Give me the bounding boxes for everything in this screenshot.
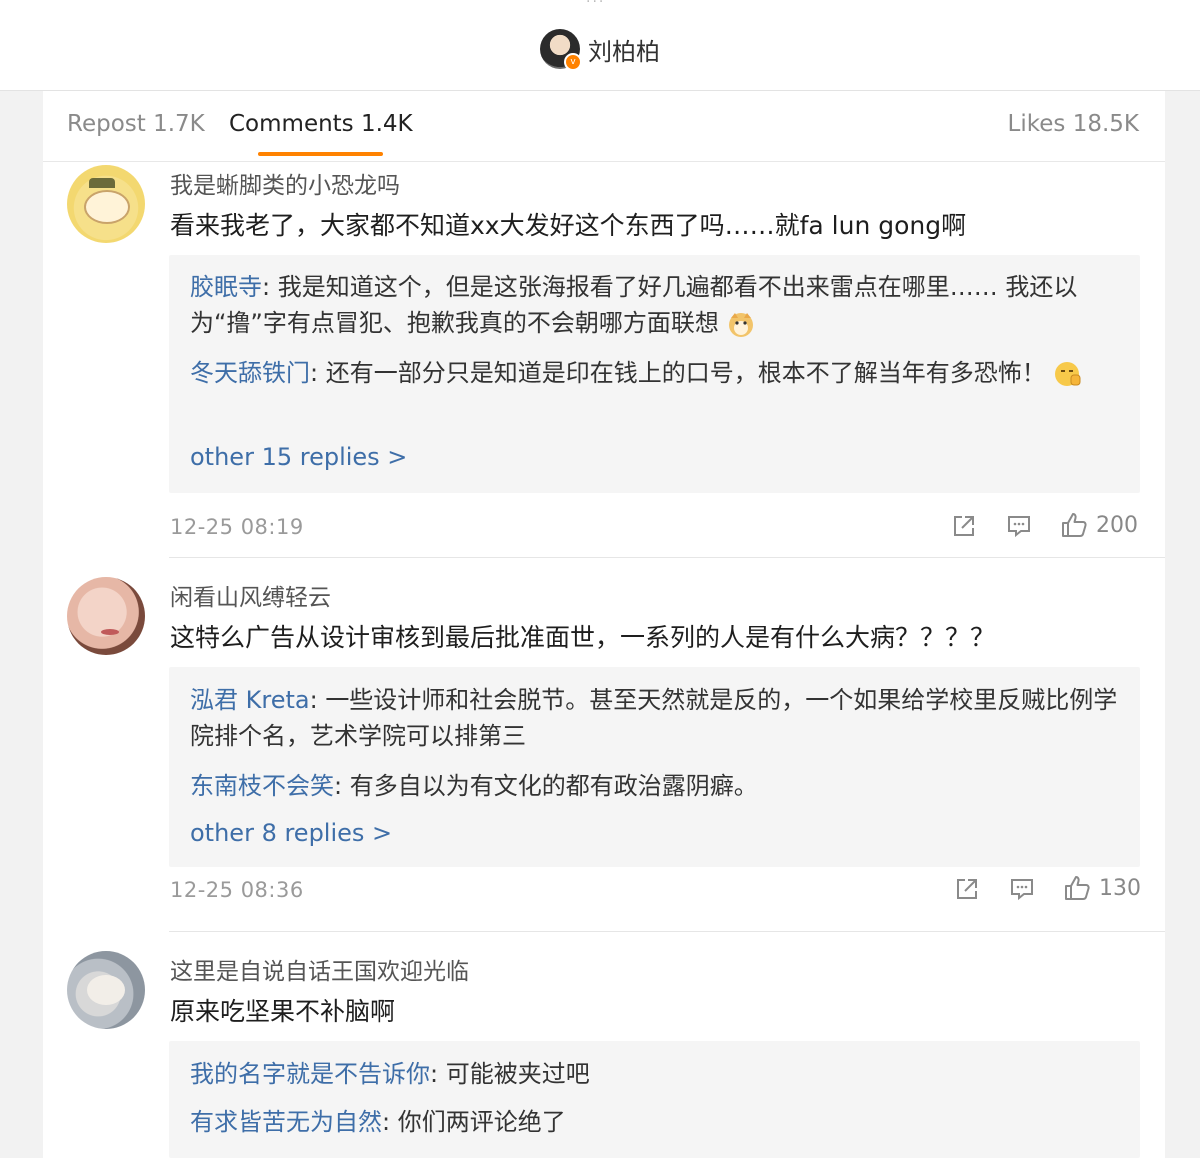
like-count: 130	[1099, 875, 1141, 901]
replies-box[interactable]: 胶眠寺: 我是知道这个，但是这张海报看了好几遍都看不出来雷点在哪里…… 我还以为…	[169, 255, 1140, 493]
comment-text: 这特么广告从设计审核到最后批准面世，一系列的人是有什么大病？？？？	[170, 623, 996, 652]
commenter-avatar[interactable]	[67, 951, 145, 1029]
comment-divider	[169, 557, 1165, 558]
top-bar: ··· v 刘柏柏	[0, 0, 1200, 91]
share-button[interactable]	[954, 876, 980, 902]
more-replies-link[interactable]: other 8 replies >	[190, 819, 392, 847]
share-icon	[957, 879, 977, 899]
commenter-avatar[interactable]	[67, 577, 145, 655]
reply-text: 我是知道这个，但是这张海报看了好几遍都看不出来雷点在哪里…… 我还以为“撸”字有…	[190, 273, 1078, 337]
reply-author[interactable]: 胶眠寺	[190, 273, 262, 301]
comment-text: 看来我老了，大家都不知道xx大发好这个东西了吗……就fa lun gong啊	[170, 211, 967, 240]
comment-timestamp: 12-25 08:19	[170, 515, 304, 539]
thumbs-up-icon	[1062, 513, 1087, 537]
tab-repost[interactable]: Repost 1.7K	[67, 111, 205, 137]
poster-avatar[interactable]: v	[540, 29, 582, 71]
replies-box[interactable]: 泓君 Kreta: 一些设计师和社会脱节。甚至天然就是反的，一个如果给学校里反贼…	[169, 667, 1140, 867]
reply-item: 胶眠寺: 我是知道这个，但是这张海报看了好几遍都看不出来雷点在哪里…… 我还以为…	[190, 269, 1120, 341]
reply-text: 还有一部分只是知道是印在钱上的口号，根本不了解当年有多恐怖！	[325, 359, 1046, 387]
reply-separator: :	[382, 1108, 398, 1136]
like-count: 200	[1096, 512, 1138, 538]
reply-button[interactable]	[1009, 876, 1035, 902]
more-replies-link[interactable]: other 15 replies >	[190, 443, 407, 471]
reply-author[interactable]: 冬天舔铁门	[190, 359, 310, 387]
poster-username[interactable]: 刘柏柏	[588, 32, 660, 67]
reply-separator: :	[310, 359, 326, 387]
shh-emoji-icon	[1055, 362, 1081, 386]
commenter-name[interactable]: 闲看山风缚轻云	[170, 578, 331, 612]
reply-author[interactable]: 泓君 Kreta	[190, 686, 310, 714]
reply-author[interactable]: 我的名字就是不告诉你	[190, 1060, 430, 1088]
reply-text: 有多自以为有文化的都有政治露阴癖。	[349, 772, 758, 800]
reply-separator: :	[309, 686, 326, 714]
reply-separator: :	[430, 1060, 446, 1088]
reply-button[interactable]	[1006, 513, 1032, 539]
reply-item: 冬天舔铁门: 还有一部分只是知道是印在钱上的口号，根本不了解当年有多恐怖！	[190, 355, 1120, 391]
page-indicator-dots: ···	[586, 0, 606, 10]
active-tab-indicator	[258, 152, 383, 156]
reply-item: 东南枝不会笑: 有多自以为有文化的都有政治露阴癖。	[190, 768, 1120, 804]
commenter-name[interactable]: 这里是自说自话王国欢迎光临	[170, 952, 469, 986]
share-icon	[954, 516, 974, 536]
reply-item: 有求皆苦无为自然: 你们两评论绝了	[190, 1104, 1120, 1140]
reply-text: 可能被夹过吧	[445, 1060, 590, 1088]
thumbs-up-icon	[1065, 876, 1090, 900]
comment-timestamp: 12-25 08:36	[170, 878, 304, 902]
like-button[interactable]: 130	[1063, 874, 1141, 902]
commenter-avatar[interactable]	[67, 165, 145, 243]
comments-panel: Repost 1.7K Comments 1.4K Likes 18.5K 我是…	[43, 91, 1165, 1158]
like-button[interactable]: 200	[1060, 511, 1138, 539]
reply-text: 一些设计师和社会脱节。甚至天然就是反的，一个如果给学校里反贼比例学院排个名，艺术…	[190, 686, 1118, 750]
comment-divider	[169, 931, 1165, 932]
reply-separator: :	[334, 772, 350, 800]
replies-box[interactable]: 我的名字就是不告诉你: 可能被夹过吧 有求皆苦无为自然: 你们两评论绝了	[169, 1041, 1140, 1158]
verified-badge-icon: v	[564, 53, 582, 71]
commenter-name[interactable]: 我是蜥脚类的小恐龙吗	[170, 166, 400, 200]
reply-separator: :	[262, 273, 278, 301]
reply-item: 泓君 Kreta: 一些设计师和社会脱节。甚至天然就是反的，一个如果给学校里反贼…	[190, 682, 1120, 754]
share-button[interactable]	[951, 513, 977, 539]
reply-text: 你们两评论绝了	[397, 1108, 566, 1136]
reply-item: 我的名字就是不告诉你: 可能被夹过吧	[190, 1056, 1120, 1092]
tab-likes[interactable]: Likes 18.5K	[1008, 111, 1139, 137]
reply-author[interactable]: 有求皆苦无为自然	[190, 1108, 382, 1136]
comment-text: 原来吃坚果不补脑啊	[170, 997, 396, 1026]
tab-bar: Repost 1.7K Comments 1.4K Likes 18.5K	[43, 91, 1165, 162]
reply-author[interactable]: 东南枝不会笑	[190, 772, 334, 800]
comment-icon	[1008, 516, 1030, 538]
shiba-emoji-icon	[728, 313, 753, 337]
poster-info[interactable]: v 刘柏柏	[540, 28, 660, 71]
tab-comments[interactable]: Comments 1.4K	[229, 111, 413, 137]
comment-icon	[1011, 879, 1033, 901]
